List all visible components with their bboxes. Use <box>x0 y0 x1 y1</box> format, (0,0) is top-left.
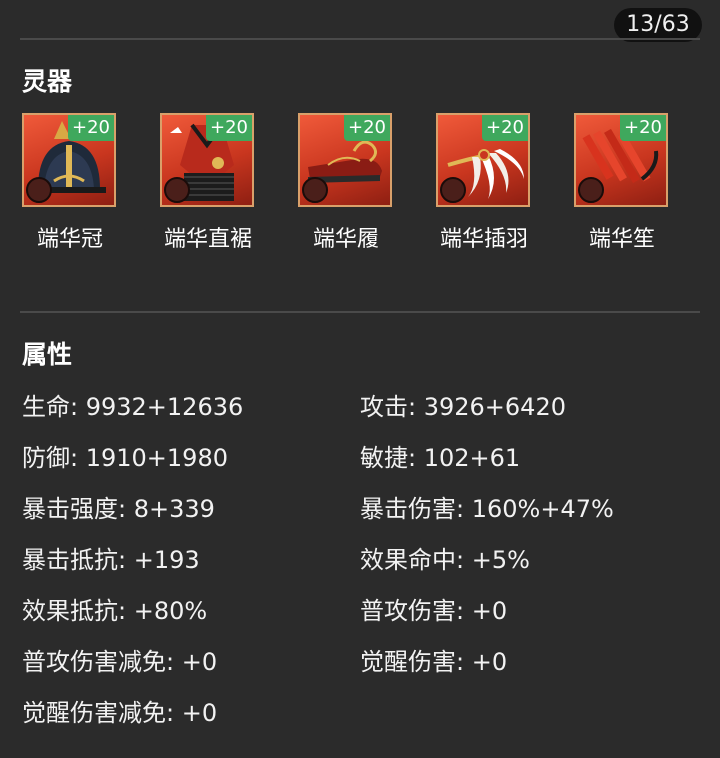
equipment-item-robe[interactable]: +20 端华直裾 <box>138 113 278 263</box>
equipment-list: +20 端华冠 +20 端华直裾 +20 端华履 +20 端华插羽 +20 端华… <box>0 113 720 263</box>
attributes-section-title: 属性 <box>22 340 73 369</box>
equipment-item-shoe[interactable]: +20 端华履 <box>276 113 416 263</box>
page-indicator: 13/63 <box>614 8 702 42</box>
item-name: 端华履 <box>312 227 379 252</box>
item-name: 端华冠 <box>36 227 103 252</box>
rarity-icon <box>26 177 52 203</box>
shoe-icon: +20 <box>298 113 392 207</box>
item-name: 端华直裾 <box>163 227 252 252</box>
item-name: 端华笙 <box>588 227 655 252</box>
level-badge: +20 <box>68 115 114 141</box>
attr-normal-damage-reduction: 普攻伤害减免: +0 <box>22 648 218 676</box>
attr-awaken-damage-reduction: 觉醒伤害减免: +0 <box>22 699 218 727</box>
level-badge: +20 <box>482 115 528 141</box>
rarity-icon <box>302 177 328 203</box>
robe-icon: +20 <box>160 113 254 207</box>
level-badge: +20 <box>620 115 666 141</box>
level-badge: +20 <box>206 115 252 141</box>
equipment-item-feather[interactable]: +20 端华插羽 <box>414 113 554 263</box>
attr-awaken-damage: 觉醒伤害: +0 <box>360 648 508 676</box>
attr-attack: 攻击: 3926+6420 <box>360 393 566 421</box>
attr-effect-hit: 效果命中: +5% <box>360 546 530 574</box>
equipment-item-crown[interactable]: +20 端华冠 <box>0 113 140 263</box>
equipment-item-sheng[interactable]: +20 端华笙 <box>552 113 692 263</box>
divider-middle <box>20 311 700 313</box>
attr-crit-damage: 暴击伤害: 160%+47% <box>360 495 614 523</box>
attr-normal-damage: 普攻伤害: +0 <box>360 597 508 625</box>
attr-defense: 防御: 1910+1980 <box>22 444 228 472</box>
sheng-instrument-icon: +20 <box>574 113 668 207</box>
attr-crit-resist: 暴击抵抗: +193 <box>22 546 200 574</box>
rarity-icon <box>440 177 466 203</box>
item-name: 端华插羽 <box>439 227 528 252</box>
attr-hp: 生命: 9932+12636 <box>22 393 244 421</box>
attr-crit-strength: 暴击强度: 8+339 <box>22 495 215 523</box>
rarity-icon <box>578 177 604 203</box>
equipment-section-title: 灵器 <box>22 67 73 96</box>
attr-agility: 敏捷: 102+61 <box>360 444 521 472</box>
crown-icon: +20 <box>22 113 116 207</box>
attr-effect-resist: 效果抵抗: +80% <box>22 597 208 625</box>
level-badge: +20 <box>344 115 390 141</box>
divider-top <box>20 38 700 40</box>
rarity-icon <box>164 177 190 203</box>
feather-icon: +20 <box>436 113 530 207</box>
